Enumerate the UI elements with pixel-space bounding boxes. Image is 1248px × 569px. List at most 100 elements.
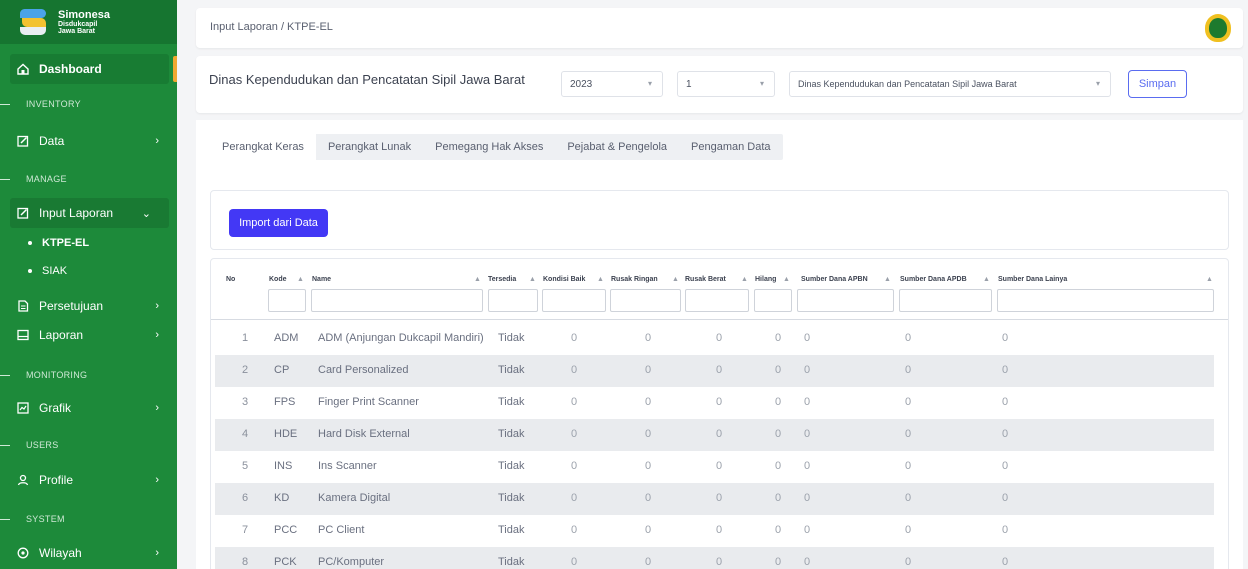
main-content: Perangkat Keras Perangkat Lunak Pemegang… bbox=[196, 120, 1243, 569]
filter-input-name[interactable] bbox=[311, 289, 483, 312]
chart-icon bbox=[16, 401, 30, 415]
sidebar-item-profile[interactable]: Profile › bbox=[16, 465, 177, 495]
sidebar-item-data[interactable]: Data › bbox=[16, 126, 177, 156]
chevron-down-icon: ▾ bbox=[759, 79, 764, 88]
chevron-right-icon: › bbox=[155, 547, 159, 559]
sidebar-subitem-ktpe-el[interactable]: KTPE-EL bbox=[28, 237, 89, 249]
location-pin-icon bbox=[16, 546, 30, 560]
sort-icon[interactable]: ▲ bbox=[783, 276, 790, 283]
hardware-table: No Kode ▲ Name ▲ Tersedia ▲ Kondisi Baik… bbox=[210, 258, 1229, 569]
agency-select[interactable]: Dinas Kependudukan dan Pencatatan Sipil … bbox=[789, 71, 1111, 97]
breadcrumb: Input Laporan / KTPE-EL bbox=[210, 21, 333, 33]
filter-input-rusak-ringan[interactable] bbox=[610, 289, 681, 312]
sort-icon[interactable]: ▲ bbox=[1206, 276, 1213, 283]
filter-input-rusak-berat[interactable] bbox=[685, 289, 749, 312]
chevron-right-icon: › bbox=[155, 135, 159, 147]
sidebar-item-label: Data bbox=[39, 134, 65, 148]
header-divider bbox=[211, 319, 1228, 320]
table-row[interactable]: 8 PCK PC/Komputer Tidak 0 0 0 0 0 0 0 bbox=[215, 547, 1214, 569]
top-bar: Input Laporan / KTPE-EL bbox=[196, 8, 1243, 48]
sidebar-item-laporan[interactable]: Laporan › bbox=[16, 320, 177, 350]
column-header-kode[interactable]: Kode bbox=[269, 276, 287, 283]
period-select[interactable]: 1 ▾ bbox=[677, 71, 775, 97]
organization-title: Dinas Kependudukan dan Pencatatan Sipil … bbox=[209, 72, 525, 87]
table-row[interactable]: 2 CP Card Personalized Tidak 0 0 0 0 0 0… bbox=[215, 355, 1214, 387]
table-row[interactable]: 1 ADM ADM (Anjungan Dukcapil Mandiri) Ti… bbox=[215, 323, 1214, 355]
sort-icon[interactable]: ▲ bbox=[983, 276, 990, 283]
sidebar-subitem-siak[interactable]: SIAK bbox=[28, 265, 67, 277]
sidebar-item-label: Persetujuan bbox=[39, 299, 104, 313]
chevron-right-icon: › bbox=[155, 474, 159, 486]
section-inventory: INVENTORY bbox=[0, 97, 81, 111]
tab-bar: Perangkat Keras Perangkat Lunak Pemegang… bbox=[210, 134, 783, 160]
chevron-down-icon: ▾ bbox=[647, 79, 652, 88]
year-value: 2023 bbox=[570, 78, 593, 90]
filter-input-sumber-dana-apbn[interactable] bbox=[797, 289, 894, 312]
save-button[interactable]: Simpan bbox=[1128, 70, 1187, 98]
column-header-kondisi-baik[interactable]: Kondisi Baik bbox=[543, 276, 585, 283]
sort-icon[interactable]: ▲ bbox=[884, 276, 891, 283]
column-header-no[interactable]: No bbox=[226, 276, 235, 283]
filter-input-sumber-dana-apdb[interactable] bbox=[899, 289, 992, 312]
tab-perangkat-keras[interactable]: Perangkat Keras bbox=[210, 134, 316, 160]
sort-icon[interactable]: ▲ bbox=[474, 276, 481, 283]
sort-icon[interactable]: ▲ bbox=[297, 276, 304, 283]
sort-icon[interactable]: ▲ bbox=[672, 276, 679, 283]
sidebar-item-wilayah[interactable]: Wilayah › bbox=[16, 538, 177, 568]
brand-line3: Jawa Barat bbox=[58, 27, 95, 35]
filter-input-sumber-dana-lainya[interactable] bbox=[997, 289, 1214, 312]
sidebar-item-label: Grafik bbox=[39, 401, 72, 415]
filter-input-kode[interactable] bbox=[268, 289, 306, 312]
edit-icon bbox=[16, 134, 30, 148]
sort-icon[interactable]: ▲ bbox=[597, 276, 604, 283]
filter-input-kondisi-baik[interactable] bbox=[542, 289, 606, 312]
chevron-right-icon: › bbox=[155, 300, 159, 312]
column-header-tersedia[interactable]: Tersedia bbox=[488, 276, 516, 283]
document-icon bbox=[16, 299, 30, 313]
brand-logo[interactable]: Simonesa Disdukcapil Jawa Barat bbox=[0, 0, 177, 44]
column-header-rusak-ringan[interactable]: Rusak Ringan bbox=[611, 276, 658, 283]
section-users: USERS bbox=[0, 438, 59, 452]
sidebar-item-dashboard[interactable]: Dashboard bbox=[10, 54, 169, 84]
sidebar: Simonesa Disdukcapil Jawa Barat Dashboar… bbox=[0, 0, 177, 569]
year-select[interactable]: 2023 ▾ bbox=[561, 71, 663, 97]
section-manage: MANAGE bbox=[0, 172, 67, 186]
sidebar-item-persetujuan[interactable]: Persetujuan › bbox=[16, 291, 177, 321]
tab-pengaman-data[interactable]: Pengaman Data bbox=[679, 134, 783, 160]
chevron-right-icon: › bbox=[155, 402, 159, 414]
table-row[interactable]: 4 HDE Hard Disk External Tidak 0 0 0 0 0… bbox=[215, 419, 1214, 451]
section-monitoring: MONITORING bbox=[0, 368, 87, 382]
period-value: 1 bbox=[686, 78, 692, 90]
filter-input-tersedia[interactable] bbox=[488, 289, 538, 312]
sidebar-item-input-laporan[interactable]: Input Laporan ⌄ bbox=[10, 198, 169, 228]
sidebar-item-label: Input Laporan bbox=[39, 206, 114, 220]
tab-pejabat-pengelola[interactable]: Pejabat & Pengelola bbox=[555, 134, 679, 160]
sidebar-item-label: Dashboard bbox=[39, 62, 102, 76]
filter-input-hilang[interactable] bbox=[754, 289, 792, 312]
import-button[interactable]: Import dari Data bbox=[229, 209, 328, 237]
column-header-sumber-dana-lainya[interactable]: Sumber Dana Lainya bbox=[998, 276, 1067, 283]
report-icon bbox=[16, 328, 30, 342]
home-icon bbox=[16, 62, 30, 76]
sidebar-item-label: Laporan bbox=[39, 328, 84, 342]
column-header-sumber-dana-apbn[interactable]: Sumber Dana APBN bbox=[801, 276, 868, 283]
province-crest-icon[interactable] bbox=[1205, 14, 1231, 42]
section-system: SYSTEM bbox=[0, 512, 65, 526]
column-header-hilang[interactable]: Hilang bbox=[755, 276, 776, 283]
table-row[interactable]: 6 KD Kamera Digital Tidak 0 0 0 0 0 0 0 bbox=[215, 483, 1214, 515]
column-header-rusak-berat[interactable]: Rusak Berat bbox=[685, 276, 726, 283]
sort-icon[interactable]: ▲ bbox=[529, 276, 536, 283]
import-panel: Import dari Data bbox=[210, 190, 1229, 250]
tab-perangkat-lunak[interactable]: Perangkat Lunak bbox=[316, 134, 423, 160]
chevron-right-icon: › bbox=[155, 329, 159, 341]
table-row[interactable]: 3 FPS Finger Print Scanner Tidak 0 0 0 0… bbox=[215, 387, 1214, 419]
active-marker bbox=[173, 56, 177, 82]
table-row[interactable]: 7 PCC PC Client Tidak 0 0 0 0 0 0 0 bbox=[215, 515, 1214, 547]
column-header-sumber-dana-apdb[interactable]: Sumber Dana APDB bbox=[900, 276, 967, 283]
chevron-down-icon: ⌄ bbox=[141, 207, 151, 220]
table-row[interactable]: 5 INS Ins Scanner Tidak 0 0 0 0 0 0 0 bbox=[215, 451, 1214, 483]
column-header-name[interactable]: Name bbox=[312, 276, 331, 283]
sidebar-item-grafik[interactable]: Grafik › bbox=[16, 393, 177, 423]
sort-icon[interactable]: ▲ bbox=[741, 276, 748, 283]
tab-pemegang-hak-akses[interactable]: Pemegang Hak Akses bbox=[423, 134, 555, 160]
